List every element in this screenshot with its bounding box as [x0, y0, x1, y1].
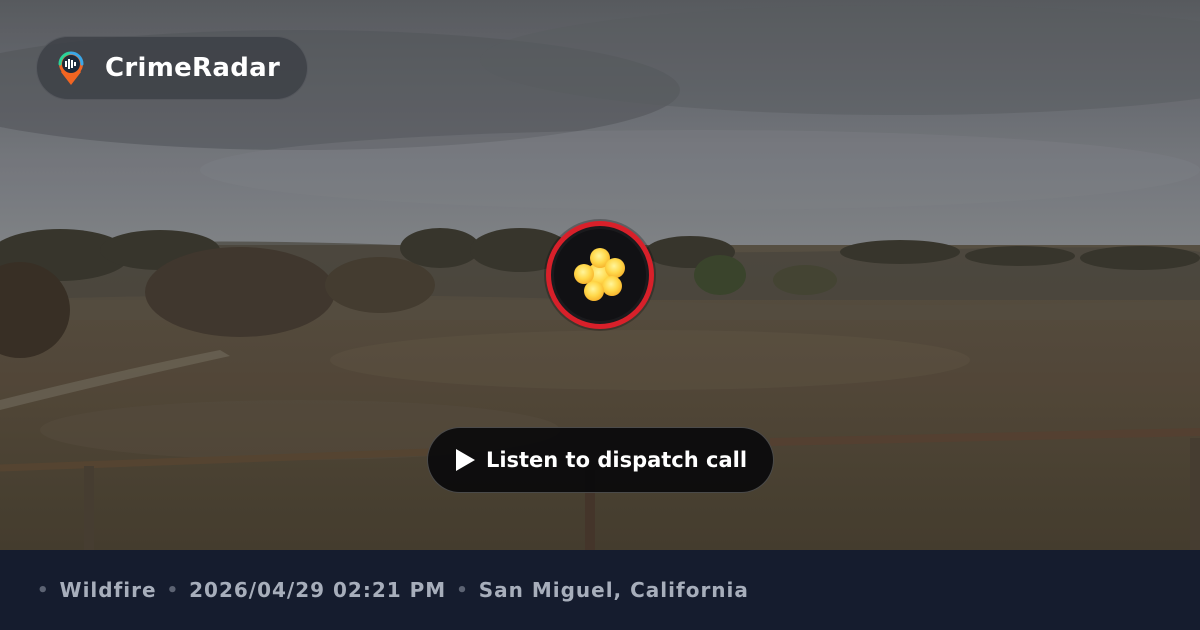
share-card: CrimeRadar Listen to dispatch call • Wil… [0, 0, 1200, 630]
radar-pin-icon [58, 51, 84, 85]
separator-dot: • [37, 579, 50, 601]
incident-type-badge [546, 221, 654, 329]
incident-datetime: 2026/04/29 02:21 PM [189, 578, 447, 602]
brand-name: CrimeRadar [105, 53, 281, 83]
listen-dispatch-button[interactable]: Listen to dispatch call [427, 427, 774, 493]
incident-category: Wildfire [59, 578, 157, 602]
incident-info-bar: • Wildfire • 2026/04/29 02:21 PM • San M… [0, 550, 1200, 630]
listen-button-label: Listen to dispatch call [485, 448, 748, 472]
separator-dot: • [456, 579, 469, 601]
play-icon [455, 449, 475, 471]
separator-dot: • [166, 579, 180, 601]
incident-location: San Miguel, California [478, 578, 749, 602]
brand-pill[interactable]: CrimeRadar [36, 36, 308, 100]
fire-burst-icon [574, 248, 625, 301]
